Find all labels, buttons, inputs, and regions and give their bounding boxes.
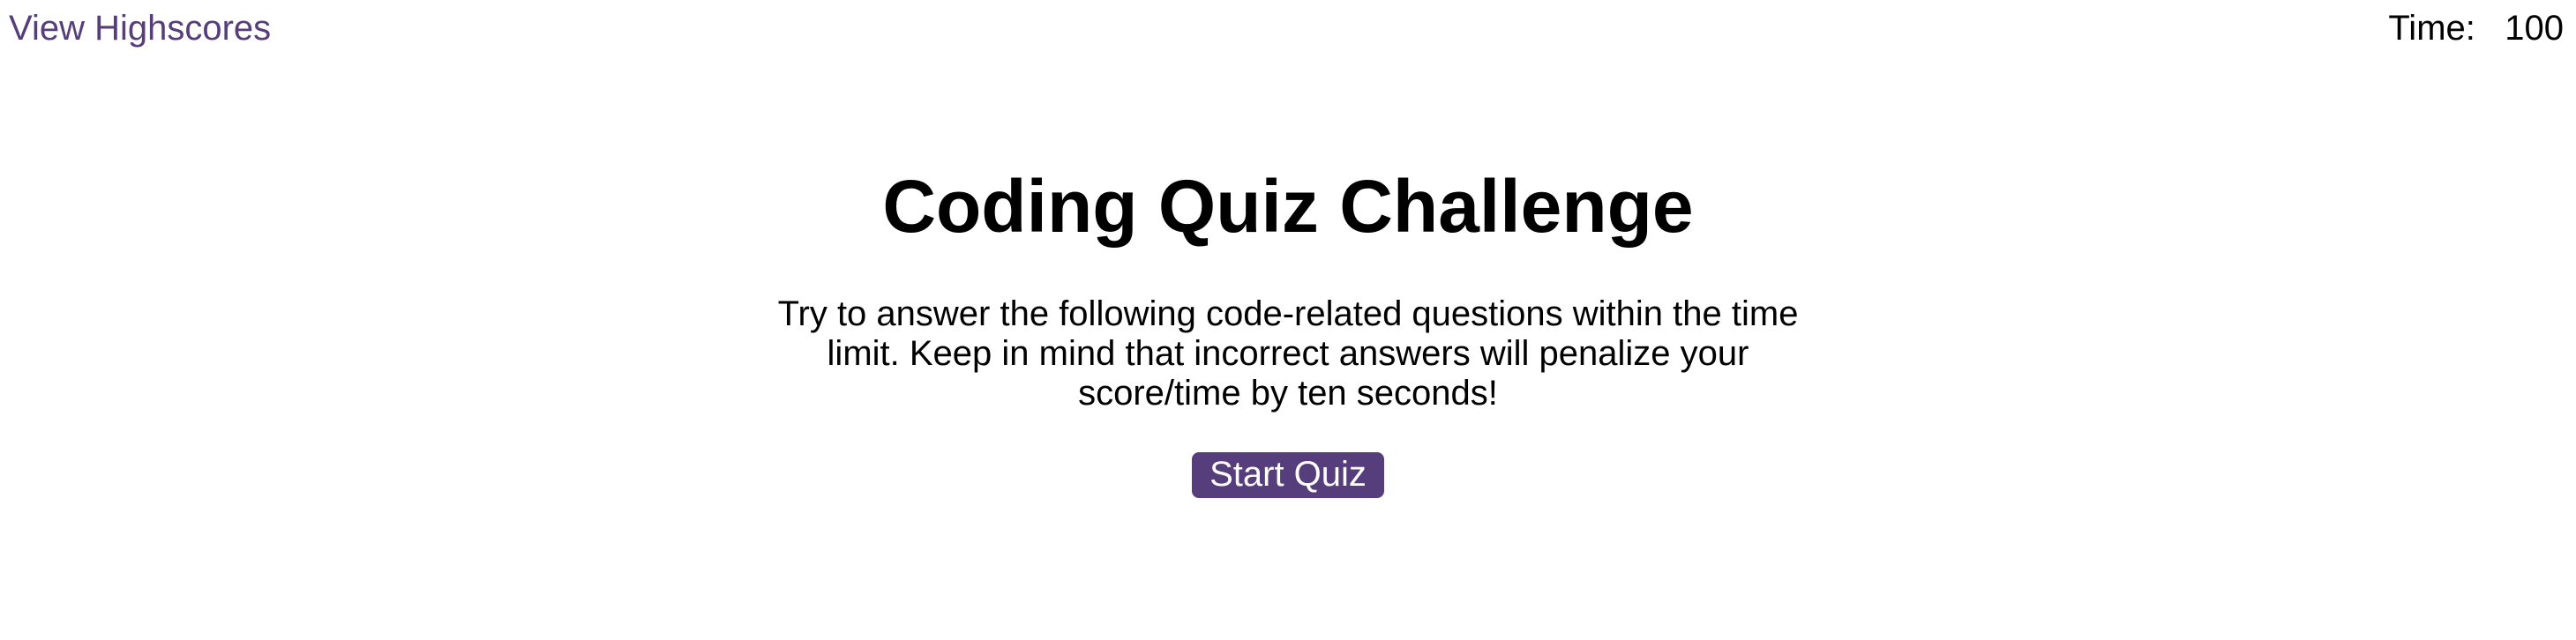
timer-value: 100 [2505, 9, 2564, 48]
view-highscores-link[interactable]: View Highscores [9, 7, 271, 49]
timer-label: Time: [2388, 9, 2475, 48]
quiz-page: View Highscores Time: 100 Coding Quiz Ch… [0, 0, 2576, 640]
timer: Time: 100 [2388, 7, 2564, 49]
timer-spacer [2485, 9, 2495, 48]
start-screen: Coding Quiz Challenge Try to answer the … [0, 159, 2576, 498]
start-quiz-button[interactable]: Start Quiz [1192, 452, 1384, 498]
intro-text: Try to answer the following code-related… [777, 294, 1799, 413]
page-title: Coding Quiz Challenge [882, 165, 1694, 248]
